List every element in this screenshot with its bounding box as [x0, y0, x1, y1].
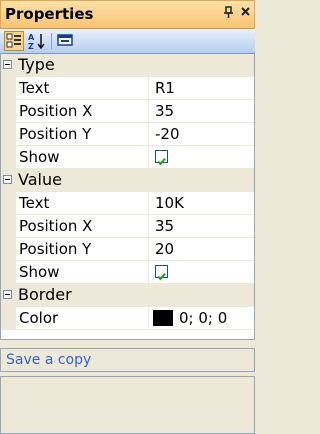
- property-row[interactable]: Color 0; 0; 0: [1, 307, 254, 330]
- property-row[interactable]: Position Y -20: [1, 123, 254, 146]
- property-value[interactable]: 35: [149, 100, 254, 123]
- property-value[interactable]: -20: [149, 123, 254, 146]
- category-type[interactable]: Type: [1, 54, 254, 77]
- property-row[interactable]: Position X 35: [1, 100, 254, 123]
- category-label: Type: [18, 55, 55, 74]
- category-value[interactable]: Value: [1, 169, 254, 192]
- property-pages-button[interactable]: [56, 31, 76, 51]
- category-label: Value: [18, 170, 62, 189]
- property-value[interactable]: 35: [149, 215, 254, 238]
- checkmark-icon: [157, 157, 166, 166]
- categorized-button[interactable]: [4, 31, 24, 51]
- alphabetical-sort-icon: A Z: [28, 33, 45, 51]
- alphabetical-button[interactable]: A Z: [27, 31, 47, 51]
- property-pages-icon: [57, 34, 73, 46]
- toolbar-separator: [51, 33, 52, 49]
- save-a-copy-link[interactable]: Save a copy: [6, 352, 91, 368]
- property-row[interactable]: Position X 35: [1, 215, 254, 238]
- property-value-color[interactable]: 0; 0; 0: [149, 307, 254, 330]
- property-name: Position X: [16, 100, 149, 123]
- show-checkbox[interactable]: [155, 265, 168, 281]
- collapse-icon[interactable]: [3, 290, 12, 299]
- property-row[interactable]: Text R1: [1, 77, 254, 100]
- property-name: Color: [16, 307, 149, 330]
- property-name: Position Y: [16, 123, 149, 146]
- svg-text:A: A: [28, 33, 35, 42]
- color-value-text: 0; 0; 0: [179, 309, 228, 327]
- property-name: Show: [16, 146, 149, 169]
- property-name: Position Y: [16, 238, 149, 261]
- property-row[interactable]: Position Y 20: [1, 238, 254, 261]
- show-checkbox[interactable]: [155, 150, 168, 166]
- category-border[interactable]: Border: [1, 284, 254, 307]
- property-value[interactable]: 20: [149, 238, 254, 261]
- property-value-show[interactable]: [149, 146, 254, 169]
- property-name: Position X: [16, 215, 149, 238]
- categorized-icon: [6, 33, 21, 48]
- category-label: Border: [18, 285, 72, 304]
- pin-icon[interactable]: [223, 6, 234, 23]
- description-pane: [0, 376, 255, 434]
- color-swatch[interactable]: [153, 310, 173, 326]
- checkmark-icon: [157, 272, 166, 281]
- property-grid: Type Text R1 Position X 35 Position Y -2…: [0, 54, 255, 340]
- collapse-icon[interactable]: [3, 175, 12, 184]
- property-row[interactable]: Show: [1, 146, 254, 169]
- property-name: Text: [16, 192, 149, 215]
- properties-toolbar: A Z: [0, 29, 255, 54]
- close-icon[interactable]: [240, 6, 251, 21]
- svg-text:Z: Z: [28, 42, 34, 51]
- property-value[interactable]: R1: [149, 77, 254, 100]
- property-row[interactable]: Text 10K: [1, 192, 254, 215]
- property-name: Text: [16, 77, 149, 100]
- collapse-icon[interactable]: [3, 60, 12, 69]
- commands-pane: Save a copy: [0, 348, 255, 372]
- property-value[interactable]: 10K: [149, 192, 254, 215]
- properties-title-bar: Properties: [0, 0, 255, 29]
- property-row[interactable]: Show: [1, 261, 254, 284]
- property-value-show[interactable]: [149, 261, 254, 284]
- property-name: Show: [16, 261, 149, 284]
- panel-title: Properties: [5, 5, 94, 23]
